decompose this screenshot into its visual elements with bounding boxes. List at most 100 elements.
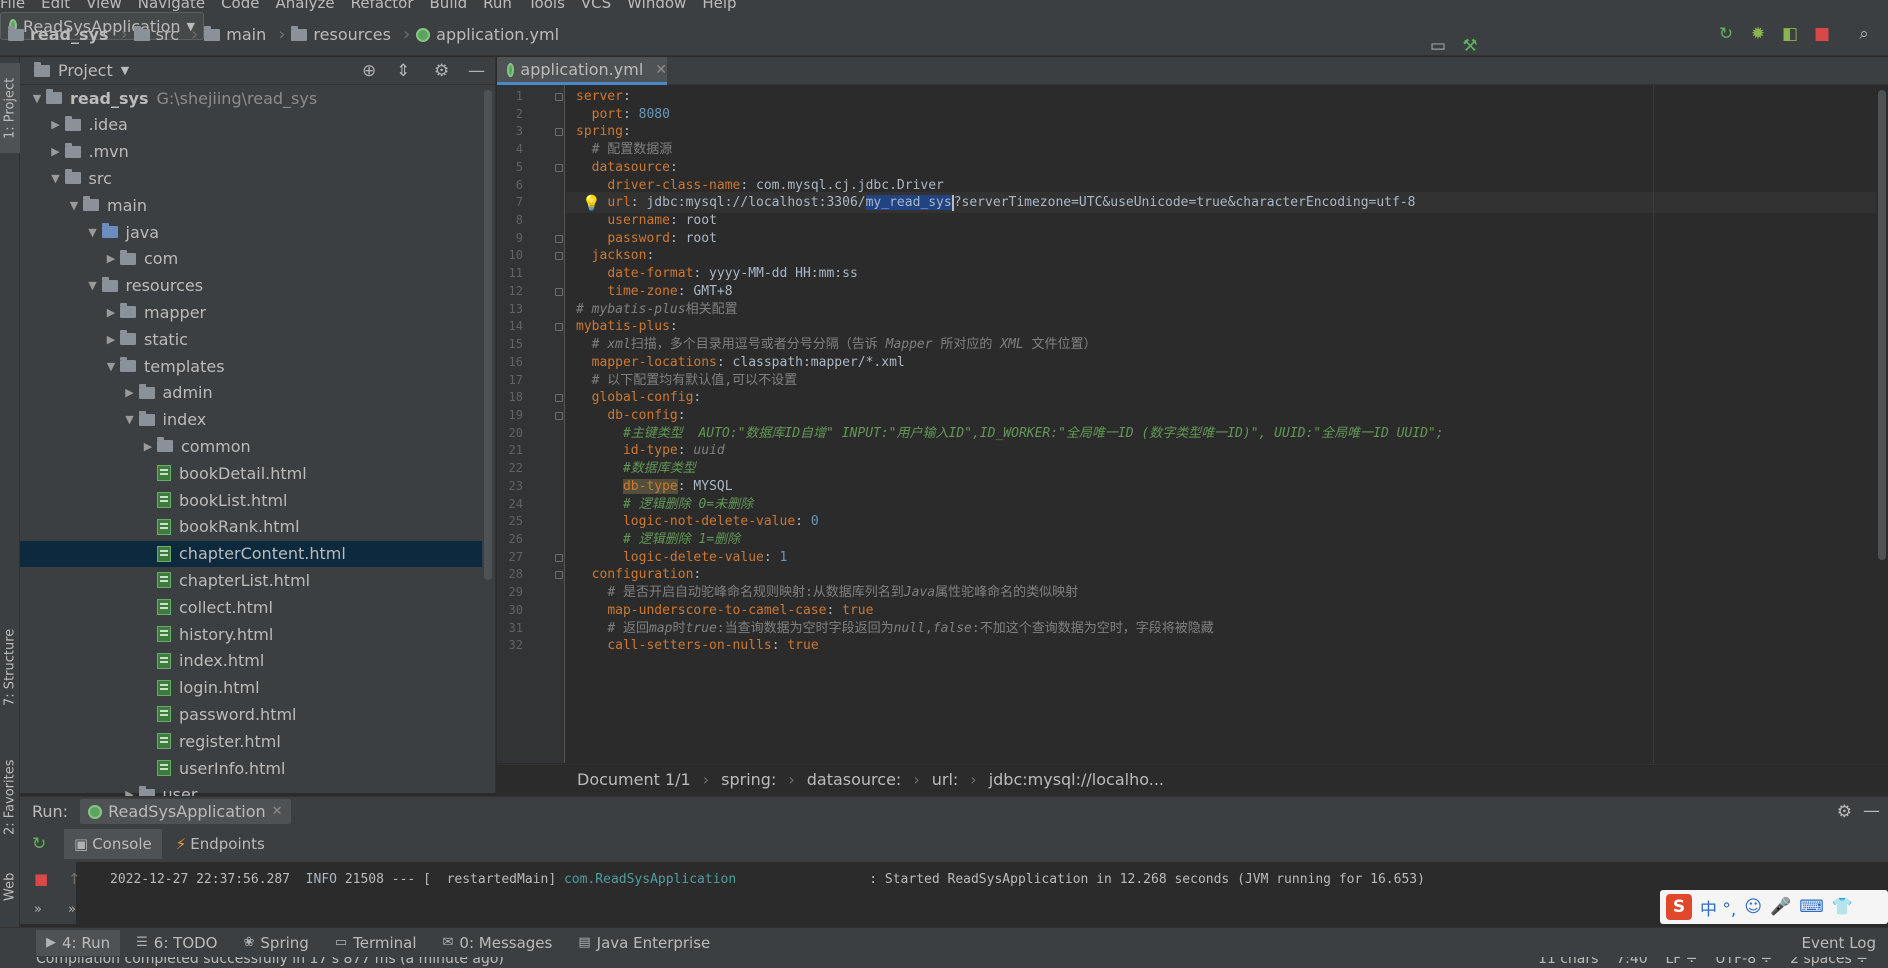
arrow-up-icon[interactable]: ↑ (68, 870, 81, 888)
event-log-button[interactable]: Event Log (1801, 934, 1876, 952)
tool-tab-favorites[interactable]: 2: Favorites (0, 737, 20, 857)
layout-icon[interactable]: ▭ (1428, 36, 1448, 56)
collapse-arrow-icon[interactable]: ▶ (47, 145, 65, 158)
tree-item[interactable]: password.html (20, 701, 482, 727)
breadcrumb-document[interactable]: Document 1/1 (577, 770, 691, 789)
fold-marker-icon[interactable] (555, 252, 563, 261)
tree-item[interactable]: ▼ index (20, 407, 482, 433)
nav-crumb-src[interactable]: src (156, 25, 179, 44)
tool-tab-messages[interactable]: ✉ 0: Messages (433, 930, 563, 956)
expand-icon[interactable]: » (68, 902, 76, 917)
tree-item[interactable]: ▼ read_sys G:\shejiing\read_sys (20, 85, 482, 111)
tool-tab-web[interactable]: Web (0, 857, 20, 917)
tool-tab-terminal[interactable]: ▭ Terminal (325, 930, 427, 956)
breadcrumb-datasource[interactable]: datasource: (807, 770, 902, 789)
menu-item-build[interactable]: Build (430, 0, 468, 12)
log-logger[interactable]: com.ReadSysApplication (564, 872, 736, 887)
tool-tab-structure[interactable]: 7: Structure (0, 617, 20, 717)
tree-item[interactable]: ▶ mapper (20, 299, 482, 325)
tree-item[interactable]: ▶ .mvn (20, 139, 482, 165)
expand-arrow-icon[interactable]: ▼ (47, 172, 65, 185)
nav-crumb-file[interactable]: application.yml (436, 25, 559, 44)
search-icon[interactable]: ⌕ (1854, 24, 1874, 44)
tree-item[interactable]: chapterList.html (20, 567, 482, 593)
close-icon[interactable]: ✕ (272, 804, 283, 819)
keyboard-icon[interactable]: ⌨ (1799, 897, 1824, 917)
menu-item-code[interactable]: Code (221, 0, 259, 12)
expand-arrow-icon[interactable]: ▼ (121, 413, 139, 426)
tool-tab-todo[interactable]: ☰ 6: TODO (126, 930, 227, 956)
tree-item[interactable]: ▼ templates (20, 353, 482, 379)
tab-console[interactable]: ▣ Console (64, 829, 162, 859)
tree-item[interactable]: ▶ static (20, 326, 482, 352)
tree-item[interactable]: collect.html (20, 594, 482, 620)
collapse-arrow-icon[interactable]: ▶ (47, 118, 65, 131)
chevron-down-icon[interactable]: ▼ (121, 64, 129, 77)
coverage-icon[interactable]: ◧ (1780, 24, 1800, 44)
rerun-icon[interactable]: ↻ (32, 834, 46, 854)
nav-crumb-project[interactable]: read_sys (30, 25, 108, 44)
locate-icon[interactable]: ⊕ (362, 61, 376, 81)
collapse-arrow-icon[interactable]: ▶ (121, 386, 139, 399)
fold-marker-icon[interactable] (555, 234, 563, 243)
skin-icon[interactable]: 👕 (1832, 897, 1853, 917)
gear-icon[interactable]: ⚙ (1837, 802, 1852, 822)
tree-item[interactable]: login.html (20, 675, 482, 701)
stop-icon[interactable]: ■ (34, 870, 48, 888)
project-view-title[interactable]: Project (58, 61, 113, 80)
tree-item[interactable]: ▼ main (20, 192, 482, 218)
menu-item-window[interactable]: Window (627, 0, 686, 12)
fold-marker-icon[interactable] (555, 571, 563, 580)
tree-item[interactable]: ▼ java (20, 219, 482, 245)
hide-icon[interactable]: — (1863, 801, 1880, 821)
tree-item[interactable]: userInfo.html (20, 755, 482, 781)
tree-item[interactable]: ▼ src (20, 165, 482, 191)
status-message[interactable]: Compilation completed successfully in 17… (36, 957, 504, 967)
stop-icon[interactable]: ■ (1812, 24, 1832, 44)
status-right[interactable]: 11 chars 7:40 LF ÷ UTF-8 ÷ 2 spaces ÷ (1538, 957, 1868, 967)
code-editor[interactable]: server: port: 8080 spring: # 配置数据源 dataso… (566, 85, 1876, 763)
tree-item[interactable]: bookRank.html (20, 514, 482, 540)
tab-endpoints[interactable]: ⚡ Endpoints (166, 829, 275, 859)
menu-item-vcs[interactable]: VCS (581, 0, 611, 12)
menu-item-help[interactable]: Help (702, 0, 736, 12)
tree-item[interactable]: ▶ com (20, 246, 482, 272)
nav-crumb-main[interactable]: main (226, 25, 266, 44)
expand-arrow-icon[interactable]: ▼ (28, 92, 46, 105)
fold-marker-icon[interactable] (555, 128, 563, 137)
expand-arrow-icon[interactable]: ▼ (65, 199, 83, 212)
menu-item-run[interactable]: Run (483, 0, 512, 12)
ime-mode[interactable]: 中 °, (1700, 895, 1736, 920)
collapse-all-icon[interactable]: ⇕ (396, 61, 410, 81)
menu-item-refactor[interactable]: Refactor (351, 0, 414, 12)
menu-item-navigate[interactable]: Navigate (138, 0, 205, 12)
tree-item[interactable]: ▼ resources (20, 273, 482, 299)
tool-tab-java-enterprise[interactable]: ▤ Java Enterprise (568, 930, 720, 956)
fold-marker-icon[interactable] (555, 411, 563, 420)
editor-scrollbar[interactable] (1878, 90, 1886, 560)
menu-item-view[interactable]: View (86, 0, 122, 12)
nav-crumb-resources[interactable]: resources (313, 25, 391, 44)
project-scrollbar[interactable] (484, 90, 492, 580)
tree-item[interactable]: ▶ .idea (20, 112, 482, 138)
menu-item-tools[interactable]: Tools (528, 0, 565, 12)
expand-arrow-icon[interactable]: ▼ (84, 279, 102, 292)
tree-item[interactable]: chapterContent.html (20, 540, 482, 567)
breadcrumb-value[interactable]: jdbc:mysql://localho... (989, 770, 1164, 789)
collapse-arrow-icon[interactable]: ▶ (102, 333, 120, 346)
collapse-arrow-icon[interactable]: ▶ (139, 440, 157, 453)
fold-marker-icon[interactable] (555, 93, 563, 101)
fold-marker-icon[interactable] (555, 287, 563, 296)
menu-item-file[interactable]: File (0, 0, 25, 12)
tree-item[interactable]: register.html (20, 728, 482, 754)
tool-tab-spring[interactable]: ❀ Spring (234, 930, 319, 956)
emoji-icon[interactable]: ☺ (1744, 897, 1762, 917)
close-icon[interactable]: ✕ (655, 62, 667, 78)
console-output[interactable]: ■ ↑ » » 2022-12-27 22:37:56.287 INFO 215… (20, 862, 1888, 924)
lightbulb-icon[interactable]: 💡 (582, 194, 601, 212)
expand-icon[interactable]: » (34, 902, 42, 917)
fold-marker-icon[interactable] (555, 163, 563, 172)
breadcrumb-url[interactable]: url: (932, 770, 959, 789)
breadcrumb-spring[interactable]: spring: (721, 770, 776, 789)
tab-application-yml[interactable]: application.yml ✕ (497, 57, 667, 85)
